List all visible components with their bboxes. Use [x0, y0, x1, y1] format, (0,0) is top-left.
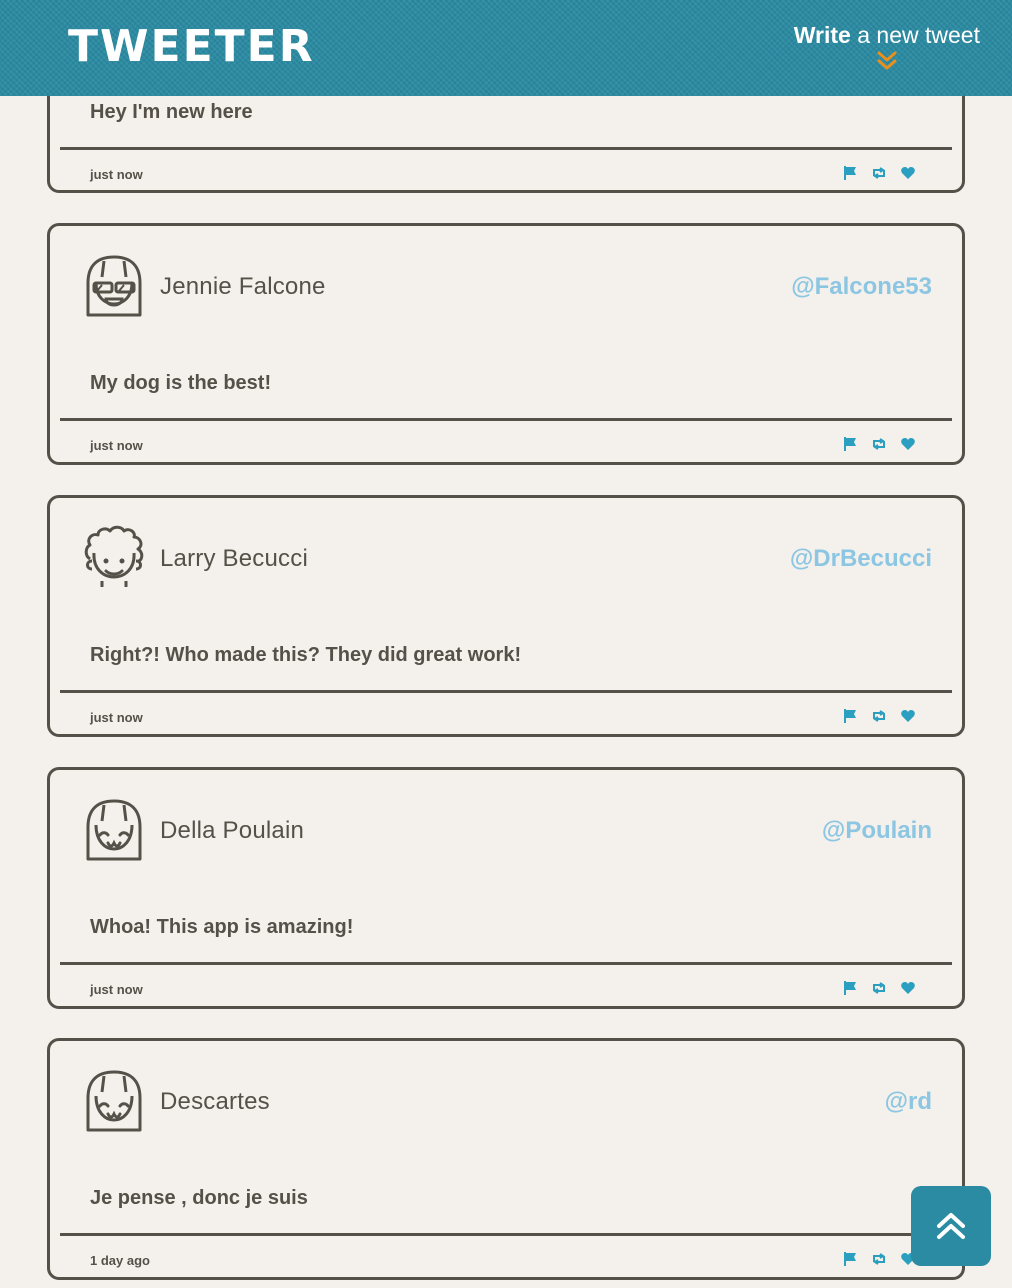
- heart-icon[interactable]: [900, 436, 916, 452]
- flag-icon[interactable]: [842, 1251, 858, 1267]
- flag-icon[interactable]: [842, 436, 858, 452]
- tweet-timestamp: just now: [90, 710, 143, 725]
- tweet-actions: [842, 980, 916, 996]
- tweet-content: Hey I'm new here: [90, 101, 253, 123]
- curly-hair-avatar-icon: [84, 525, 144, 587]
- retweet-icon[interactable]: [871, 980, 887, 996]
- tweet-username: Jennie Falcone: [160, 273, 326, 300]
- tweet-divider: [60, 1233, 952, 1236]
- tweet-handle[interactable]: @rd: [885, 1088, 932, 1116]
- tweet-actions: [842, 708, 916, 724]
- tweet-content: My dog is the best!: [90, 372, 272, 394]
- bob-hair-avatar-icon: [86, 1070, 142, 1132]
- tweet-header: Larry Becucci @DrBecucci: [50, 498, 962, 598]
- tweet-actions: [842, 436, 916, 452]
- retweet-icon[interactable]: [871, 708, 887, 724]
- tweet-card: Larry Becucci @DrBecucci Right?! Who mad…: [47, 495, 965, 737]
- compose-toggle-button[interactable]: Write a new tweet: [794, 20, 980, 72]
- compose-label-bold: Write: [793, 22, 851, 48]
- flag-icon[interactable]: [842, 165, 858, 181]
- tweet-divider: [60, 147, 952, 150]
- tweet-actions: [842, 165, 916, 181]
- tweet-divider: [60, 962, 952, 965]
- tweet-username: Descartes: [160, 1088, 270, 1115]
- tweet-handle[interactable]: @DrBecucci: [790, 545, 932, 573]
- sunglasses-avatar-icon: [86, 255, 142, 317]
- tweet-divider: [60, 418, 952, 421]
- double-chevron-up-icon: [937, 1213, 965, 1239]
- tweet-header: Della Poulain @Poulain: [50, 770, 962, 870]
- tweet-header: Jennie Falcone @Falcone53: [50, 226, 962, 326]
- tweet-username: Larry Becucci: [160, 545, 308, 572]
- tweet-timestamp: 1 day ago: [90, 1253, 150, 1268]
- tweet-timestamp: just now: [90, 167, 143, 182]
- tweet-timestamp: just now: [90, 982, 143, 997]
- tweet-card: Jennie Falcone @Falcone53 My dog is the …: [47, 223, 965, 465]
- double-chevron-down-icon: [877, 51, 897, 70]
- compose-label-rest: a new tweet: [850, 22, 980, 48]
- app-logo[interactable]: TWEETER: [68, 22, 315, 72]
- heart-icon[interactable]: [900, 165, 916, 181]
- tweet-divider: [60, 690, 952, 693]
- tweet-card: Descartes @rd Je pense , donc je suis 1 …: [47, 1038, 965, 1280]
- heart-icon[interactable]: [900, 980, 916, 996]
- scroll-to-top-button[interactable]: [911, 1186, 991, 1266]
- tweet-content: Je pense , donc je suis: [90, 1187, 308, 1209]
- tweet-actions: [842, 1251, 916, 1267]
- tweet-username: Della Poulain: [160, 817, 305, 844]
- flag-icon[interactable]: [842, 980, 858, 996]
- tweet-header: Descartes @rd: [50, 1041, 962, 1141]
- top-navbar: TWEETER Write a new tweet: [0, 0, 1012, 96]
- tweet-content: Right?! Who made this? They did great wo…: [90, 644, 522, 666]
- tweet-content: Whoa! This app is amazing!: [90, 916, 354, 938]
- tweet-handle[interactable]: @Poulain: [822, 817, 932, 845]
- tweet-card: Della Poulain @Poulain Whoa! This app is…: [47, 767, 965, 1009]
- flag-icon[interactable]: [842, 708, 858, 724]
- tweet-handle[interactable]: @Falcone53: [791, 273, 932, 301]
- retweet-icon[interactable]: [871, 165, 887, 181]
- retweet-icon[interactable]: [871, 436, 887, 452]
- bob-hair-avatar-icon: [86, 799, 142, 861]
- tweet-timestamp: just now: [90, 438, 143, 453]
- heart-icon[interactable]: [900, 708, 916, 724]
- retweet-icon[interactable]: [871, 1251, 887, 1267]
